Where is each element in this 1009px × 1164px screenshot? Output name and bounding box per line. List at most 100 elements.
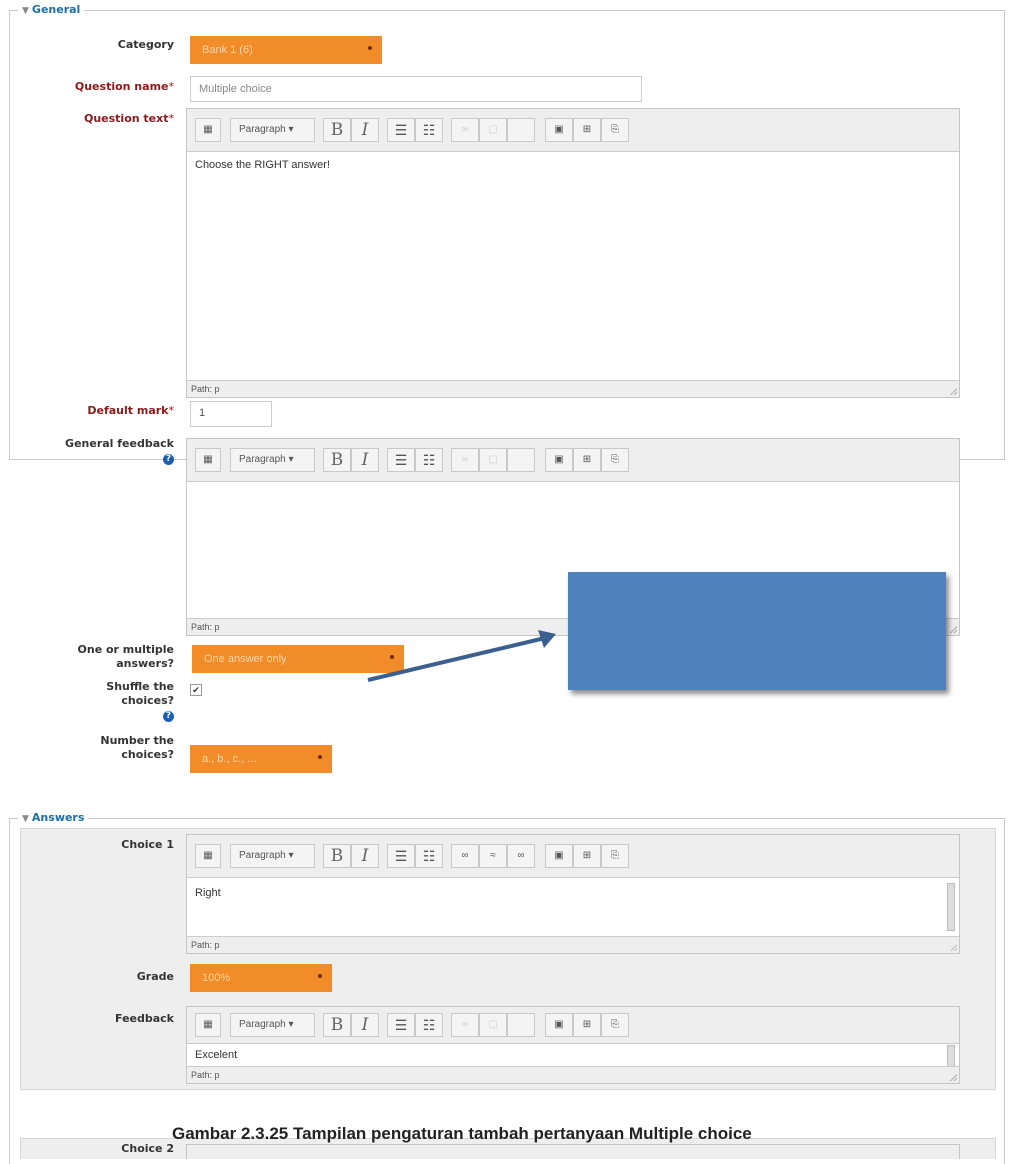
question-name-value: Multiple choice bbox=[199, 83, 272, 95]
general-legend-text: General bbox=[31, 3, 81, 16]
bold-button[interactable]: B bbox=[323, 448, 351, 472]
resize-grip-icon[interactable] bbox=[950, 944, 957, 951]
scrollbar[interactable] bbox=[947, 883, 955, 931]
question-text-label-text: Question text bbox=[83, 112, 169, 125]
toolbar-toggle-icon[interactable]: ▦ bbox=[195, 844, 221, 868]
unlink-icon[interactable]: ▢ bbox=[479, 1013, 507, 1037]
default-mark-input[interactable]: 1 bbox=[190, 401, 272, 427]
italic-label: I bbox=[361, 120, 369, 140]
scrollbar[interactable] bbox=[947, 1045, 955, 1067]
editor-toolbar: ▦ Paragraph ▾ B I ☰ ☷ ∞ ≈ ∞ ▣ ⊞ ⎘ bbox=[187, 835, 959, 878]
bullet-list-icon[interactable]: ☰ bbox=[387, 118, 415, 142]
paragraph-format-select[interactable]: Paragraph ▾ bbox=[230, 118, 315, 142]
grade-select[interactable]: 100% bbox=[190, 964, 332, 992]
image-icon[interactable]: ▣ bbox=[545, 1013, 573, 1037]
paste-icon[interactable]: ⎘ bbox=[601, 118, 629, 142]
anchor-icon[interactable]: ∞ bbox=[507, 844, 535, 868]
question-name-input[interactable]: Multiple choice bbox=[190, 76, 642, 102]
feedback-editor[interactable]: ▦ Paragraph ▾ B I ☰ ☷ ∞ ▢ ▣ ⊞ ⎘ Excelent… bbox=[186, 1006, 960, 1084]
bold-button[interactable]: B bbox=[323, 1013, 351, 1037]
category-label: Category bbox=[40, 38, 174, 52]
unlink-icon[interactable]: ≈ bbox=[479, 844, 507, 868]
bullet-list-icon[interactable]: ☰ bbox=[387, 1013, 415, 1037]
help-icon[interactable]: ? bbox=[163, 454, 174, 465]
bold-button[interactable]: B bbox=[323, 118, 351, 142]
link-icon[interactable]: ∞ bbox=[451, 1013, 479, 1037]
question-text-editor[interactable]: ▦ Paragraph ▾ B I ☰ ☷ ∞ ▢ ▣ ⊞ ⎘ Choose t… bbox=[186, 108, 960, 398]
shuffle-checkbox[interactable]: ✔ bbox=[190, 684, 202, 696]
bullet-list-icon[interactable]: ☰ bbox=[387, 844, 415, 868]
toolbar-toggle-icon[interactable]: ▦ bbox=[195, 118, 221, 142]
link-icon[interactable]: ∞ bbox=[451, 448, 479, 472]
path-text: Path: p bbox=[191, 622, 220, 632]
question-name-label-text: Question name bbox=[74, 80, 169, 93]
anchor-icon[interactable] bbox=[507, 448, 535, 472]
paste-icon[interactable]: ⎘ bbox=[601, 1013, 629, 1037]
callout-arrow-icon bbox=[367, 630, 556, 682]
paragraph-format-select[interactable]: Paragraph ▾ bbox=[230, 448, 315, 472]
general-legend[interactable]: ▼ General bbox=[18, 3, 85, 16]
unlink-icon[interactable]: ▢ bbox=[479, 118, 507, 142]
italic-button[interactable]: I bbox=[351, 448, 379, 472]
media-icon[interactable]: ⊞ bbox=[573, 844, 601, 868]
numbered-list-icon[interactable]: ☷ bbox=[415, 448, 443, 472]
bold-label: B bbox=[330, 846, 344, 866]
feedback-content[interactable]: Excelent bbox=[195, 1049, 237, 1061]
choice2-editor[interactable] bbox=[186, 1144, 960, 1159]
numbered-list-icon[interactable]: ☷ bbox=[415, 1013, 443, 1037]
one-or-multiple-value: One answer only bbox=[204, 653, 287, 665]
bold-button[interactable]: B bbox=[323, 844, 351, 868]
numbered-list-icon[interactable]: ☷ bbox=[415, 118, 443, 142]
link-icon[interactable]: ∞ bbox=[451, 118, 479, 142]
italic-button[interactable]: I bbox=[351, 844, 379, 868]
dropdown-arrow-icon bbox=[368, 46, 372, 50]
choice1-content[interactable]: Right bbox=[195, 887, 221, 899]
image-icon[interactable]: ▣ bbox=[545, 448, 573, 472]
question-text-content[interactable]: Choose the RIGHT answer! bbox=[195, 159, 330, 171]
answers-legend[interactable]: ▼ Answers bbox=[18, 811, 89, 824]
italic-label: I bbox=[361, 1015, 369, 1035]
question-name-label: Question name* bbox=[20, 80, 174, 94]
category-label-text: Category bbox=[117, 38, 174, 51]
numbered-list-icon[interactable]: ☷ bbox=[415, 844, 443, 868]
toolbar-toggle-icon[interactable]: ▦ bbox=[195, 448, 221, 472]
anchor-icon[interactable] bbox=[507, 1013, 535, 1037]
path-text: Path: p bbox=[191, 1070, 220, 1080]
number-choices-select[interactable]: a., b., c., ... bbox=[190, 745, 332, 773]
paragraph-format-text: Paragraph bbox=[239, 124, 286, 135]
paragraph-format-select[interactable]: Paragraph ▾ bbox=[230, 844, 315, 868]
italic-button[interactable]: I bbox=[351, 1013, 379, 1037]
media-icon[interactable]: ⊞ bbox=[573, 1013, 601, 1037]
choice1-label-text: Choice 1 bbox=[121, 838, 174, 851]
category-select[interactable]: Bank 1 (6) bbox=[190, 36, 382, 64]
required-star-icon: * bbox=[168, 80, 175, 93]
bullet-list-icon[interactable]: ☰ bbox=[387, 448, 415, 472]
image-icon[interactable]: ▣ bbox=[545, 844, 573, 868]
toolbar-toggle-icon[interactable]: ▦ bbox=[195, 1013, 221, 1037]
resize-grip-icon[interactable] bbox=[950, 1074, 957, 1081]
collapse-triangle-icon: ▼ bbox=[22, 814, 29, 824]
media-icon[interactable]: ⊞ bbox=[573, 118, 601, 142]
resize-grip-icon[interactable] bbox=[950, 388, 957, 395]
resize-grip-icon[interactable] bbox=[950, 626, 957, 633]
feedback-label: Feedback bbox=[20, 1012, 174, 1026]
general-feedback-label: General feedback? bbox=[10, 437, 174, 465]
media-icon[interactable]: ⊞ bbox=[573, 448, 601, 472]
link-icon[interactable]: ∞ bbox=[451, 844, 479, 868]
paragraph-format-select[interactable]: Paragraph ▾ bbox=[230, 1013, 315, 1037]
choice1-editor[interactable]: ▦ Paragraph ▾ B I ☰ ☷ ∞ ≈ ∞ ▣ ⊞ ⎘ Right … bbox=[186, 834, 960, 954]
category-select-value: Bank 1 (6) bbox=[202, 44, 253, 56]
help-icon[interactable]: ? bbox=[163, 711, 174, 722]
editor-toolbar: ▦ Paragraph ▾ B I ☰ ☷ ∞ ▢ ▣ ⊞ ⎘ bbox=[187, 109, 959, 152]
dropdown-arrow-icon bbox=[318, 755, 322, 759]
anchor-icon[interactable] bbox=[507, 118, 535, 142]
shuffle-label-line1: Shuffle the bbox=[106, 680, 174, 693]
unlink-icon[interactable]: ▢ bbox=[479, 448, 507, 472]
image-icon[interactable]: ▣ bbox=[545, 118, 573, 142]
paste-icon[interactable]: ⎘ bbox=[601, 844, 629, 868]
bold-label: B bbox=[330, 120, 344, 140]
italic-button[interactable]: I bbox=[351, 118, 379, 142]
italic-label: I bbox=[361, 450, 369, 470]
paste-icon[interactable]: ⎘ bbox=[601, 448, 629, 472]
shuffle-label: Shuffle the choices?? bbox=[20, 680, 174, 722]
